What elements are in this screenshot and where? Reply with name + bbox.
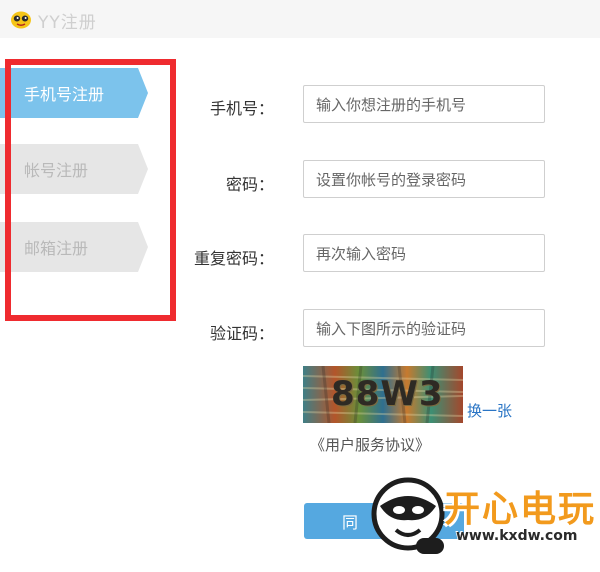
phone-label: 手机号： (209, 99, 274, 118)
site-watermark: 开心电玩 www.kxdw.com (358, 468, 600, 572)
user-agreement-link[interactable]: 《用户服务协议》 (310, 434, 430, 455)
password-confirm-input[interactable]: 再次输入密码 (303, 234, 545, 272)
captcha-image: 88W3 (303, 366, 463, 423)
phone-input[interactable]: 输入你想注册的手机号 (303, 85, 545, 123)
captcha-input[interactable]: 输入下图所示的验证码 (303, 309, 545, 347)
mascot-icon (371, 477, 445, 554)
title-bar: YY注册 (0, 0, 600, 38)
window-title: YY注册 (38, 13, 97, 33)
tab-label: 手机号注册 (24, 85, 105, 104)
password-input[interactable]: 设置你帐号的登录密码 (303, 160, 545, 198)
yy-logo-icon (11, 11, 31, 29)
captcha-text: 88W3 (331, 374, 444, 414)
watermark-url: www.kxdw.com (456, 528, 578, 544)
watermark-brand: 开心电玩 (444, 489, 597, 530)
password-confirm-label: 重复密码： (193, 249, 274, 268)
refresh-captcha-link[interactable]: 换一张 (467, 400, 512, 421)
tab-label: 邮箱注册 (24, 239, 89, 258)
password-label: 密码： (225, 175, 274, 194)
captcha-label: 验证码： (209, 324, 274, 343)
tab-label: 帐号注册 (24, 161, 89, 180)
